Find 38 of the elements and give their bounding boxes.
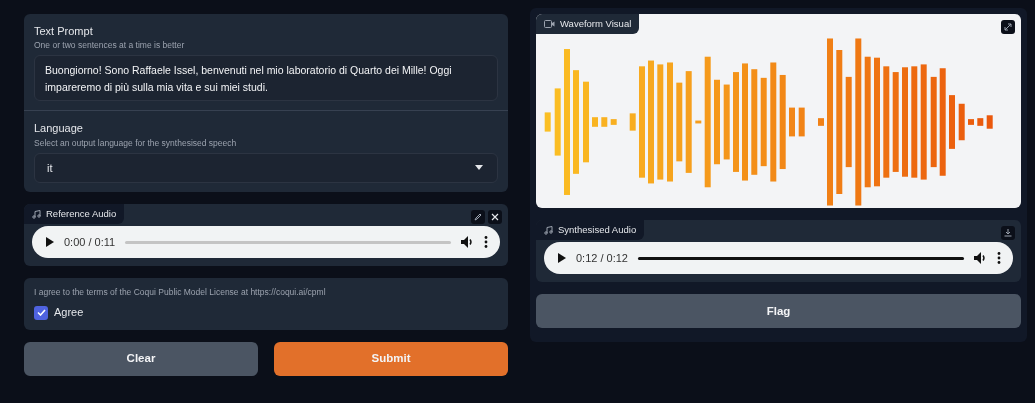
play-icon[interactable] <box>558 253 566 264</box>
more-options-icon[interactable] <box>997 252 1001 265</box>
panel-label: Synthesised Audio <box>536 220 645 241</box>
download-button[interactable] <box>1001 226 1015 240</box>
close-icon <box>491 212 499 221</box>
progress-track[interactable] <box>638 256 964 260</box>
panel-label: Waveform Visual <box>536 14 640 35</box>
edit-button[interactable] <box>471 209 485 224</box>
play-icon[interactable] <box>46 237 54 248</box>
expand-icon <box>1004 23 1012 31</box>
field-hint: Select an output language for the synthesised speech <box>34 137 238 148</box>
more-options-icon[interactable] <box>484 236 488 249</box>
audio-player[interactable]: 0:00 / 0:11 <box>32 226 500 259</box>
time-display: 0:00 / 0:11 <box>64 234 116 250</box>
text-input-field[interactable]: Buongiorno! Sono Raffaele Issel, benvenuti nel mio laboratorio di Quarto dei Mille! Oggi impareremo di più sulla mia vita e sui miei studi. <box>34 55 498 102</box>
flag-button[interactable]: Flag <box>536 294 1021 329</box>
progress-track[interactable] <box>125 240 451 244</box>
fullscreen-button[interactable] <box>1001 20 1015 34</box>
close-button[interactable] <box>488 209 502 224</box>
time-display: 0:12 / 0:12 <box>576 251 628 266</box>
field-label: Language <box>34 121 84 136</box>
field-label: Text Prompt <box>34 24 94 39</box>
language-dropdown[interactable]: it <box>34 152 498 183</box>
license-text: I agree to the terms of the Coqui Public Model License at https://coqui.ai/cpml <box>34 287 327 298</box>
pencil-icon <box>474 212 482 221</box>
audio-player[interactable]: 0:12 / 0:12 <box>544 242 1013 275</box>
check-icon <box>36 309 46 317</box>
download-icon <box>1004 229 1012 237</box>
music-note-icon <box>32 209 41 219</box>
panel-label: Reference Audio <box>24 203 125 225</box>
agree-checkbox[interactable]: Agree <box>34 304 84 321</box>
clear-button[interactable]: Clear <box>24 341 258 376</box>
video-icon <box>544 20 555 29</box>
field-hint: One or two sentences at a time is better <box>34 40 186 51</box>
volume-icon[interactable] <box>461 236 474 249</box>
volume-icon[interactable] <box>974 252 987 265</box>
music-note-icon <box>544 225 553 235</box>
caret-icon <box>475 165 483 171</box>
